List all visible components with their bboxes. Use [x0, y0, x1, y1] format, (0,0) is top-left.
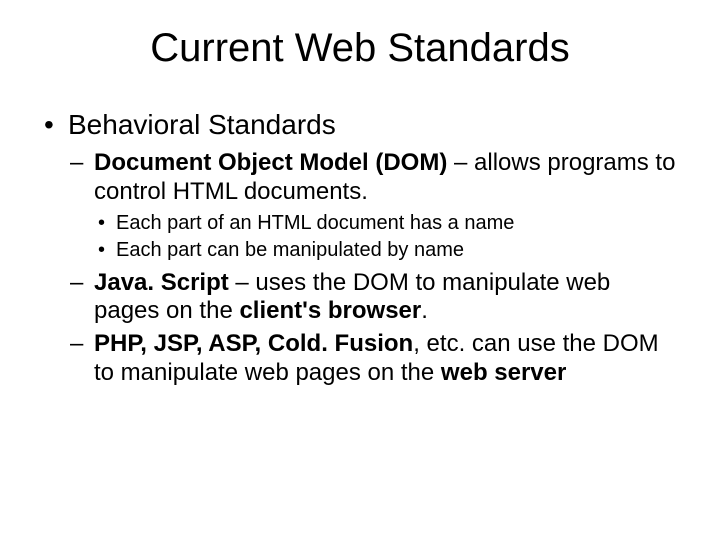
list-item: Document Object Model (DOM) – allows pro…: [68, 149, 680, 263]
l3-text: Each part can be manipulated by name: [116, 239, 464, 261]
bullet-list-level3: Each part of an HTML document has a name…: [94, 211, 680, 263]
list-item: PHP, JSP, ASP, Cold. Fusion, etc. can us…: [68, 330, 680, 388]
list-item: Each part can be manipulated by name: [94, 238, 680, 263]
bold-term: Document Object Model (DOM): [94, 149, 447, 176]
l3-text: Each part of an HTML document has a name: [116, 212, 514, 234]
bold-term: client's browser: [239, 297, 421, 324]
bullet-list-level2: Document Object Model (DOM) – allows pro…: [68, 149, 680, 388]
bold-term: Java. Script: [94, 269, 229, 296]
list-item: Behavioral Standards Document Object Mod…: [40, 109, 680, 388]
l1-text: Behavioral Standards: [68, 109, 336, 140]
slide-title: Current Web Standards: [40, 26, 680, 71]
list-item: Each part of an HTML document has a name: [94, 211, 680, 236]
bold-term: web server: [441, 359, 566, 386]
list-item: Java. Script – uses the DOM to manipulat…: [68, 269, 680, 327]
bullet-list-level1: Behavioral Standards Document Object Mod…: [40, 109, 680, 388]
l2-tail: .: [421, 297, 428, 324]
slide: Current Web Standards Behavioral Standar…: [0, 0, 720, 540]
bold-term: PHP, JSP, ASP, Cold. Fusion: [94, 330, 413, 357]
